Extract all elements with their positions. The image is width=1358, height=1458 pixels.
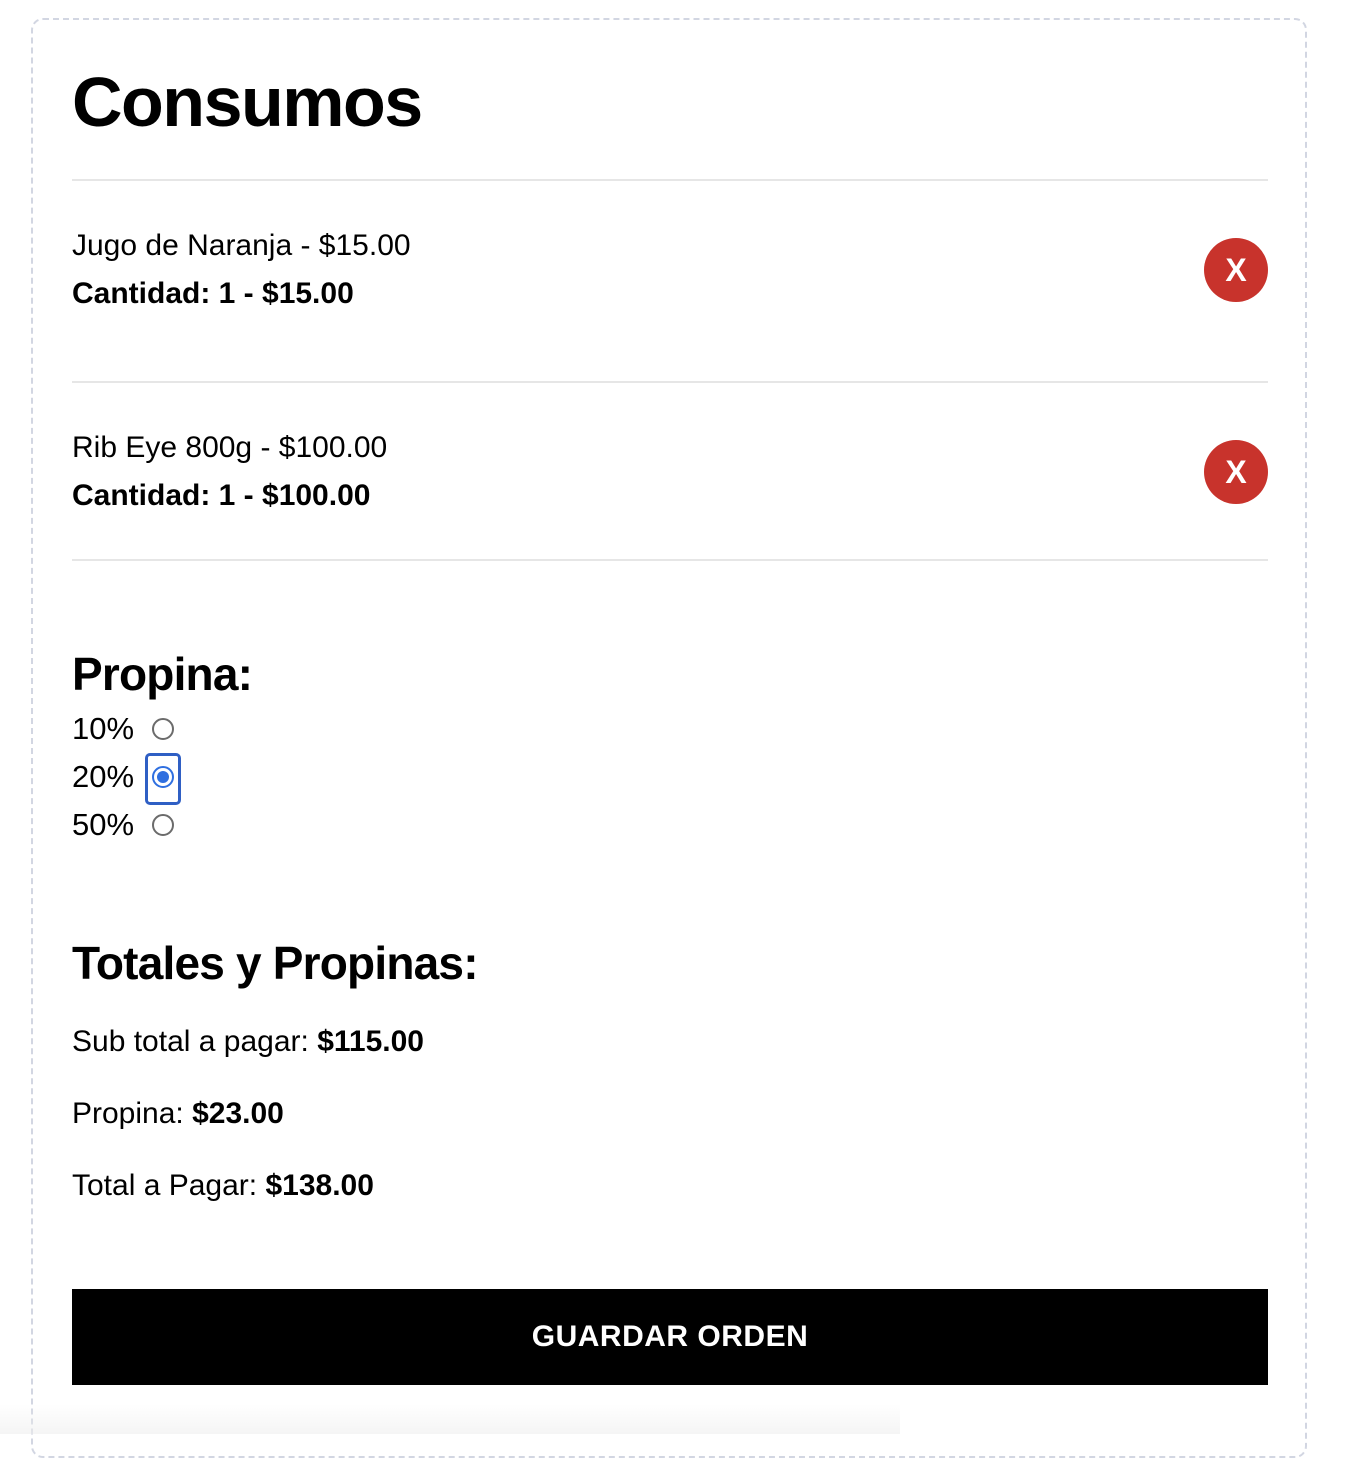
divider — [72, 559, 1268, 561]
tip-option-label: 50% — [72, 807, 135, 842]
save-order-button[interactable]: GUARDAR ORDEN — [72, 1289, 1268, 1385]
total-label: Total a Pagar: — [72, 1169, 258, 1202]
total-line: Total a Pagar: $138.00 — [72, 1166, 374, 1206]
tip-option-20[interactable]: 20% — [72, 753, 182, 805]
tip-option-label: 20% — [72, 759, 135, 794]
tip-radio-10[interactable] — [152, 718, 175, 740]
remove-item-button[interactable]: X — [1204, 238, 1268, 302]
order-item-name-price: Jugo de Naranja - $15.00 — [72, 229, 411, 262]
tip-amount-value: $23.00 — [192, 1097, 284, 1130]
remove-item-button[interactable]: X — [1204, 440, 1268, 504]
bottom-fade — [0, 1404, 900, 1434]
close-icon: X — [1225, 251, 1247, 288]
divider — [72, 381, 1268, 383]
subtotal-line: Sub total a pagar: $115.00 — [72, 1022, 424, 1062]
subtotal-label: Sub total a pagar: — [72, 1025, 309, 1058]
order-item-quantity: Cantidad: 1 - $15.00 — [72, 277, 354, 310]
tip-option-10[interactable]: 10% — [72, 705, 175, 753]
tip-option-label: 10% — [72, 711, 135, 746]
order-item: Jugo de Naranja - $15.00 Cantidad: 1 - $… — [72, 226, 1268, 326]
subtotal-value: $115.00 — [317, 1025, 424, 1058]
tip-radio-50[interactable] — [152, 814, 175, 836]
tip-amount-label: Propina: — [72, 1097, 184, 1130]
tip-amount-line: Propina: $23.00 — [72, 1094, 284, 1134]
close-icon: X — [1225, 453, 1247, 490]
tip-radio-20[interactable] — [145, 753, 182, 805]
tip-option-50[interactable]: 50% — [72, 801, 175, 849]
totals-section-title: Totales y Propinas: — [72, 937, 479, 989]
divider — [72, 179, 1268, 181]
order-item-name-price: Rib Eye 800g - $100.00 — [72, 431, 388, 464]
tip-section-title: Propina: — [72, 648, 253, 700]
order-item-quantity: Cantidad: 1 - $100.00 — [72, 479, 371, 512]
focus-ring — [145, 753, 182, 805]
order-item: Rib Eye 800g - $100.00 Cantidad: 1 - $10… — [72, 428, 1268, 528]
total-value: $138.00 — [265, 1169, 374, 1202]
page-title: Consumos — [72, 63, 423, 141]
